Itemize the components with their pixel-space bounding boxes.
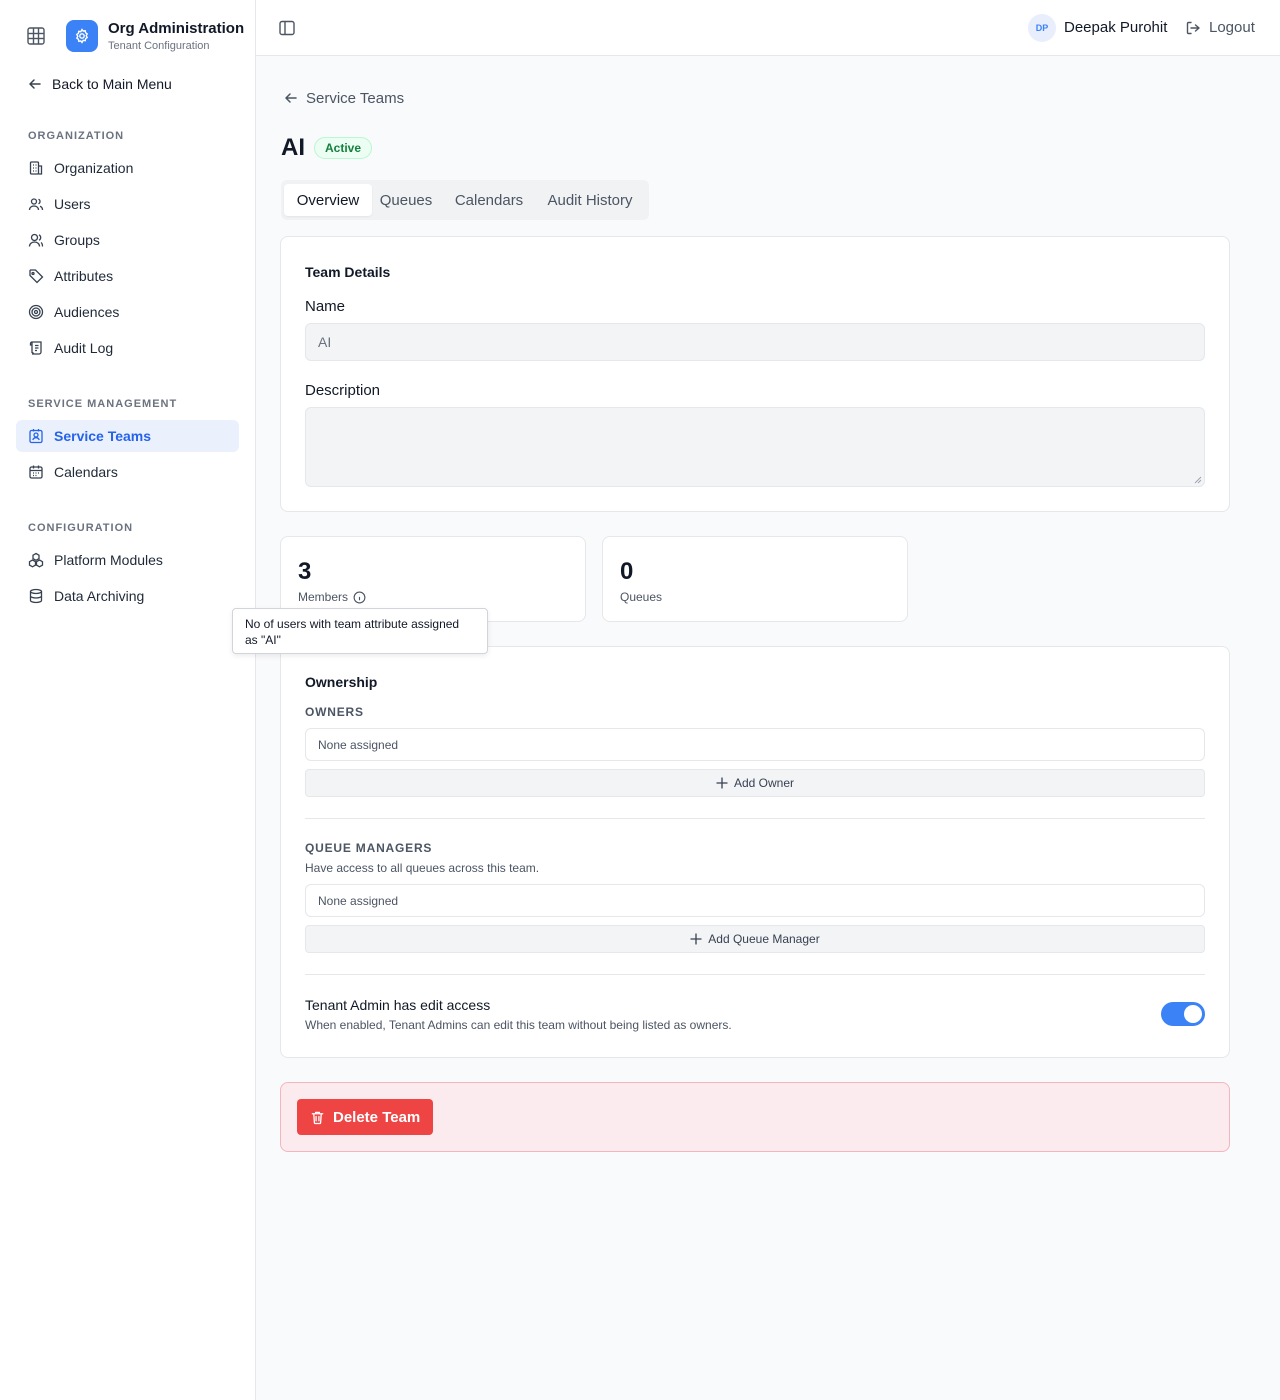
tab-bar: Overview Queues Calendars Audit History [281,180,649,220]
logout-label: Logout [1209,19,1255,36]
breadcrumb-label: Service Teams [306,89,405,107]
users-icon [28,198,44,211]
queue-managers-hint: Have access to all queues across this te… [305,861,540,875]
trash-icon [311,1111,324,1124]
tab-overview[interactable]: Overview [284,184,372,216]
sidebar-item-label: Platform Modules [54,552,163,568]
ownership-card: Ownership OWNERS None assigned Add Owner… [280,646,1230,1058]
sidebar-item-data-archiving[interactable]: Data Archiving [16,580,239,612]
section-label-service-management: SERVICE MANAGEMENT [28,398,178,410]
settings-gear-icon [66,20,98,52]
members-label: Members [298,590,366,604]
sidebar-item-users[interactable]: Users [16,188,239,220]
queues-count: 0 [620,558,634,585]
sidebar-item-audit-log[interactable]: Audit Log [16,332,239,364]
sidebar-item-label: Data Archiving [54,588,145,604]
sidebar-header: Org Administration Tenant Configuration [0,0,255,72]
sidebar-item-label: Service Teams [54,428,152,444]
contact-badge-icon [29,429,43,444]
back-to-main-menu-link[interactable]: Back to Main Menu [28,72,172,96]
tenant-admin-toggle[interactable] [1161,1002,1205,1026]
divider [305,974,1205,975]
tenant-admin-hint: When enabled, Tenant Admins can edit thi… [305,1018,732,1032]
logout-icon [1186,21,1200,34]
sidebar-item-label: Calendars [54,464,118,480]
sidebar-item-service-teams[interactable]: Service Teams [16,420,239,452]
ownership-title: Ownership [305,674,378,690]
sidebar-item-label: Attributes [54,268,114,284]
sidebar-item-label: Organization [54,160,134,176]
sidebar-item-label: Users [54,196,91,212]
queues-stat-card: 0 Queues [602,536,908,622]
resize-grip-icon[interactable] [1194,476,1202,484]
sidebar-toggle-icon[interactable] [278,19,296,37]
sidebar-item-label: Audit Log [54,340,114,356]
user-name[interactable]: Deepak Purohit [1064,19,1167,36]
sidebar-item-groups[interactable]: Groups [16,224,239,256]
breadcrumb[interactable]: Service Teams [284,88,404,108]
scroll-icon [29,341,42,355]
description-label: Description [305,382,381,399]
name-label: Name [305,298,346,315]
danger-zone: Delete Team [280,1082,1230,1152]
add-queue-manager-button[interactable]: Add Queue Manager [305,925,1205,953]
members-label-text: Members [298,590,349,604]
members-count: 3 [298,558,312,585]
owners-label: OWNERS [305,705,364,719]
tab-audit-history[interactable]: Audit History [537,184,643,216]
sidebar-item-audiences[interactable]: Audiences [16,296,239,328]
tag-icon [29,269,44,284]
sidebar-item-organization[interactable]: Organization [16,152,239,184]
add-owner-button[interactable]: Add Owner [305,769,1205,797]
sidebar-item-calendars[interactable]: Calendars [16,456,239,488]
owners-list: None assigned [305,728,1205,761]
app-title: Org Administration [108,20,245,37]
sidebar-item-platform-modules[interactable]: Platform Modules [16,544,239,576]
sidebar-item-label: Groups [54,232,100,248]
sidebar-item-label: Audiences [54,304,120,320]
sidebar: Org Administration Tenant Configuration … [0,0,256,1400]
app-subtitle: Tenant Configuration [108,40,210,52]
arrow-left-icon [285,93,297,103]
topbar: DP Deepak Purohit Logout [256,0,1280,56]
calendar-icon [29,465,43,479]
database-icon [29,588,43,604]
app-grid-icon[interactable] [26,26,46,46]
user-group-icon [28,233,44,247]
team-details-card: Team Details Name AI Description [280,236,1230,512]
add-owner-label: Add Owner [733,776,795,790]
info-icon[interactable] [353,591,366,604]
name-field[interactable]: AI [305,323,1205,361]
page-title: AI [281,134,305,161]
logout-button[interactable]: Logout [1185,19,1255,36]
status-badge: Active [314,137,373,159]
plus-icon [716,777,728,789]
plus-icon [690,933,702,945]
modules-icon [28,552,44,568]
queue-managers-label: QUEUE MANAGERS [305,841,433,855]
back-label: Back to Main Menu [52,76,172,92]
sidebar-item-attributes[interactable]: Attributes [16,260,239,292]
delete-team-button[interactable]: Delete Team [297,1099,434,1135]
members-tooltip: No of users with team attribute assigned… [232,608,488,654]
building-icon [29,161,43,175]
add-queue-manager-label: Add Queue Manager [708,932,820,946]
section-label-configuration: CONFIGURATION [28,522,134,534]
tab-queues[interactable]: Queues [372,184,440,216]
toggle-knob [1184,1005,1202,1023]
team-details-title: Team Details [305,264,391,280]
target-icon [28,304,44,320]
avatar[interactable]: DP [1028,14,1056,42]
queues-label: Queues [620,590,663,604]
section-label-organization: ORGANIZATION [28,130,125,142]
tenant-admin-label: Tenant Admin has edit access [305,997,491,1013]
delete-team-label: Delete Team [333,1108,421,1126]
description-field[interactable] [305,407,1205,487]
divider [305,818,1205,819]
tab-calendars[interactable]: Calendars [444,184,534,216]
queue-managers-list: None assigned [305,884,1205,917]
arrow-left-icon [29,79,41,89]
